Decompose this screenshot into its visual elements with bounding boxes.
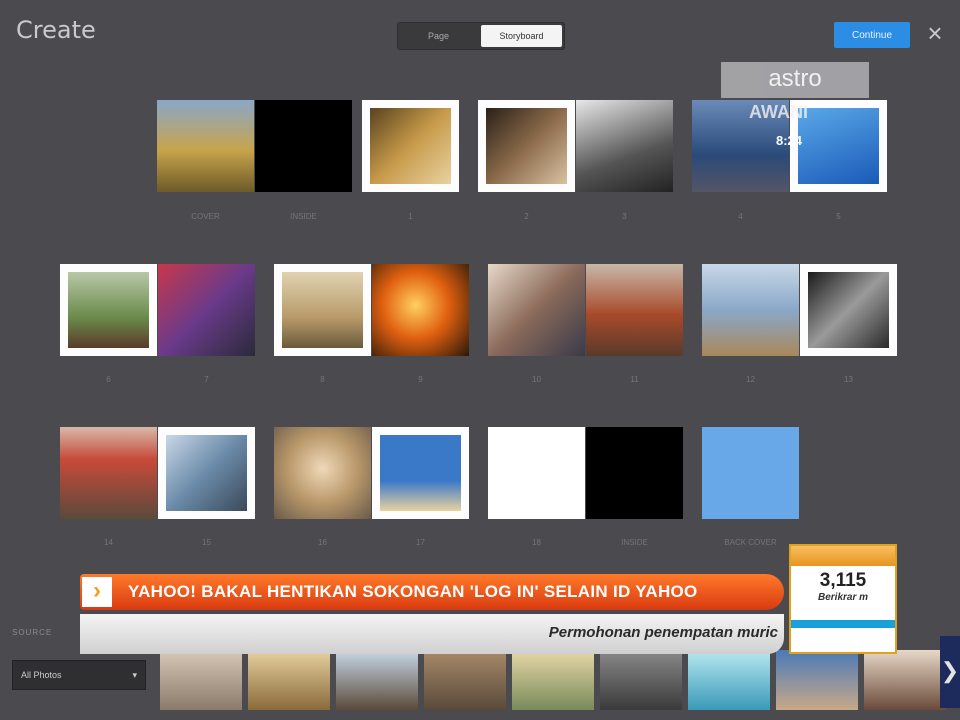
filmstrip-thumbnail[interactable]: [160, 650, 242, 710]
ticker-subline: Permohonan penempatan muric: [548, 624, 778, 641]
storyboard-page-2[interactable]: [478, 100, 575, 192]
storyboard-page-13[interactable]: [800, 264, 897, 356]
page-label: 10: [532, 375, 541, 384]
chevron-down-icon: ▾: [132, 669, 137, 680]
filmstrip-thumbnail[interactable]: [512, 650, 594, 710]
photo-thumbnail: [702, 264, 799, 356]
photo-filmstrip: [160, 650, 946, 710]
storyboard-page-8[interactable]: [274, 264, 371, 356]
source-select-value: All Photos: [21, 670, 62, 680]
photo-thumbnail: [370, 108, 451, 184]
page-label: 6: [106, 375, 111, 384]
continue-button[interactable]: Continue: [834, 22, 910, 48]
photo-thumbnail: [157, 100, 254, 192]
page-label: 12: [746, 375, 755, 384]
photo-thumbnail: [68, 272, 149, 348]
storyboard-cover-inside[interactable]: [255, 100, 352, 192]
view-mode-toggle: Page Storyboard: [397, 22, 565, 50]
photo-thumbnail: [274, 427, 371, 519]
storyboard-page-7[interactable]: [158, 264, 255, 356]
page-label: 2: [524, 212, 529, 221]
photo-thumbnail: [488, 427, 585, 519]
filmstrip-thumbnail[interactable]: [688, 650, 770, 710]
storyboard-page-14[interactable]: [60, 427, 157, 519]
photo-thumbnail: [158, 264, 255, 356]
page-label: 3: [622, 212, 627, 221]
photo-thumbnail: [586, 264, 683, 356]
photo-thumbnail: [798, 108, 879, 184]
photo-thumbnail: [808, 272, 889, 348]
storyboard-page-6[interactable]: [60, 264, 157, 356]
page-label: 16: [318, 538, 327, 547]
storyboard-page-17[interactable]: [372, 427, 469, 519]
storyboard-page-9[interactable]: [372, 264, 469, 356]
ticker-arrow-icon: ›: [82, 577, 112, 607]
storyboard-page-10[interactable]: [488, 264, 585, 356]
counter-stripe: [791, 620, 895, 628]
filmstrip-thumbnail[interactable]: [336, 650, 418, 710]
ticker-counter-box: 3,115 Berikrar m: [789, 544, 897, 654]
tab-page[interactable]: Page: [398, 23, 479, 49]
photo-thumbnail: [702, 427, 799, 519]
page-label: 17: [416, 538, 425, 547]
create-storyboard-window: Create Page Storyboard Continue × COVER I…: [0, 0, 960, 720]
photo-thumbnail: [586, 427, 683, 519]
counter-header: [791, 546, 895, 566]
page-label: BACK COVER: [724, 538, 777, 547]
channel-name: AWANI: [749, 102, 809, 122]
photo-thumbnail: [576, 100, 673, 192]
filmstrip-thumbnail[interactable]: [864, 650, 946, 710]
ticker-subline-bar: Permohonan penempatan muric: [80, 614, 784, 654]
counter-subtitle: Berikrar m: [817, 592, 869, 603]
storyboard-page-15[interactable]: [158, 427, 255, 519]
page-label: 5: [836, 212, 841, 221]
page-label: 14: [104, 538, 113, 547]
photo-thumbnail: [486, 108, 567, 184]
close-icon[interactable]: ×: [922, 20, 948, 46]
counter-value: 3,115: [819, 570, 867, 591]
page-label: 15: [202, 538, 211, 547]
page-label: 18: [532, 538, 541, 547]
page-label: INSIDE: [290, 212, 317, 221]
page-label: COVER: [191, 212, 220, 221]
page-label: 13: [844, 375, 853, 384]
photo-thumbnail: [488, 264, 585, 356]
tab-storyboard[interactable]: Storyboard: [481, 25, 562, 47]
storyboard-page-3[interactable]: [576, 100, 673, 192]
source-label: SOURCE: [12, 628, 53, 637]
storyboard-page-11[interactable]: [586, 264, 683, 356]
photo-thumbnail: [166, 435, 247, 511]
storyboard-page-12[interactable]: [702, 264, 799, 356]
page-label: INSIDE: [621, 538, 648, 547]
page-label: 4: [738, 212, 743, 221]
page-label: 11: [630, 375, 639, 384]
filmstrip-thumbnail[interactable]: [776, 650, 858, 710]
photo-thumbnail: [380, 435, 461, 511]
next-arrow-icon[interactable]: ❯: [940, 636, 960, 708]
news-ticker: › YAHOO! BAKAL HENTIKAN SOKONGAN 'LOG IN…: [80, 574, 784, 610]
source-select[interactable]: All Photos ▾: [12, 660, 146, 690]
page-title: Create: [16, 16, 96, 44]
page-label: 9: [418, 375, 423, 384]
page-label: 8: [320, 375, 325, 384]
photo-thumbnail: [60, 427, 157, 519]
photo-thumbnail: [255, 100, 352, 192]
storyboard-cover-front[interactable]: [157, 100, 254, 192]
storyboard-page-1[interactable]: [362, 100, 459, 192]
page-label: 1: [408, 212, 413, 221]
photo-thumbnail: [282, 272, 363, 348]
photo-thumbnail: [372, 264, 469, 356]
filmstrip-thumbnail[interactable]: [424, 650, 506, 710]
storyboard-page-18[interactable]: [488, 427, 585, 519]
storyboard-back-inside[interactable]: [586, 427, 683, 519]
storyboard-back-cover[interactable]: [702, 427, 799, 519]
filmstrip-thumbnail[interactable]: [248, 650, 330, 710]
astro-logo: astro: [721, 62, 869, 98]
ticker-headline: YAHOO! BAKAL HENTIKAN SOKONGAN 'LOG IN' …: [128, 582, 698, 601]
broadcast-clock: 8:24: [776, 133, 803, 148]
filmstrip-thumbnail[interactable]: [600, 650, 682, 710]
page-label: 7: [204, 375, 209, 384]
storyboard-page-16[interactable]: [274, 427, 371, 519]
